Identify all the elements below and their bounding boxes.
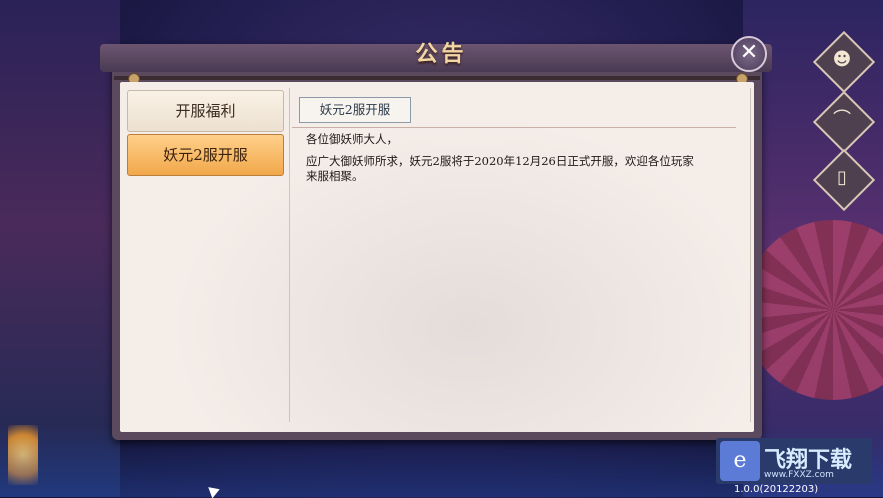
close-button[interactable]: ✕ xyxy=(731,36,767,72)
announcement-body-line1: 应广大御妖师所求，妖元2服将于2020年12月26日正式开服，欢迎各位玩家 xyxy=(306,154,694,168)
tab-opening-benefits[interactable]: 开服福利 xyxy=(127,90,284,132)
scroll-icon: ▯ xyxy=(837,167,847,188)
watermark-url: www.FXXZ.com xyxy=(764,470,834,480)
tab-server2-opening[interactable]: 妖元2服开服 xyxy=(127,134,284,176)
content-header-tab: 妖元2服开服 xyxy=(299,97,411,123)
version-label: 1.0.0(20122203) xyxy=(734,484,819,495)
background-left-scenery xyxy=(0,0,120,497)
content-divider xyxy=(292,127,736,128)
portrait-icon: ☻ xyxy=(832,49,852,70)
fan-icon: ⌒ xyxy=(833,109,851,130)
scroll-rod xyxy=(114,76,760,80)
announcement-body-line2: 来服相聚。 xyxy=(306,169,364,183)
announcement-sidebar: 开服福利 妖元2服开服 xyxy=(124,88,284,426)
watermark-logo-icon: e xyxy=(720,441,760,481)
announcement-greeting: 各位御妖师大人， xyxy=(306,132,398,146)
